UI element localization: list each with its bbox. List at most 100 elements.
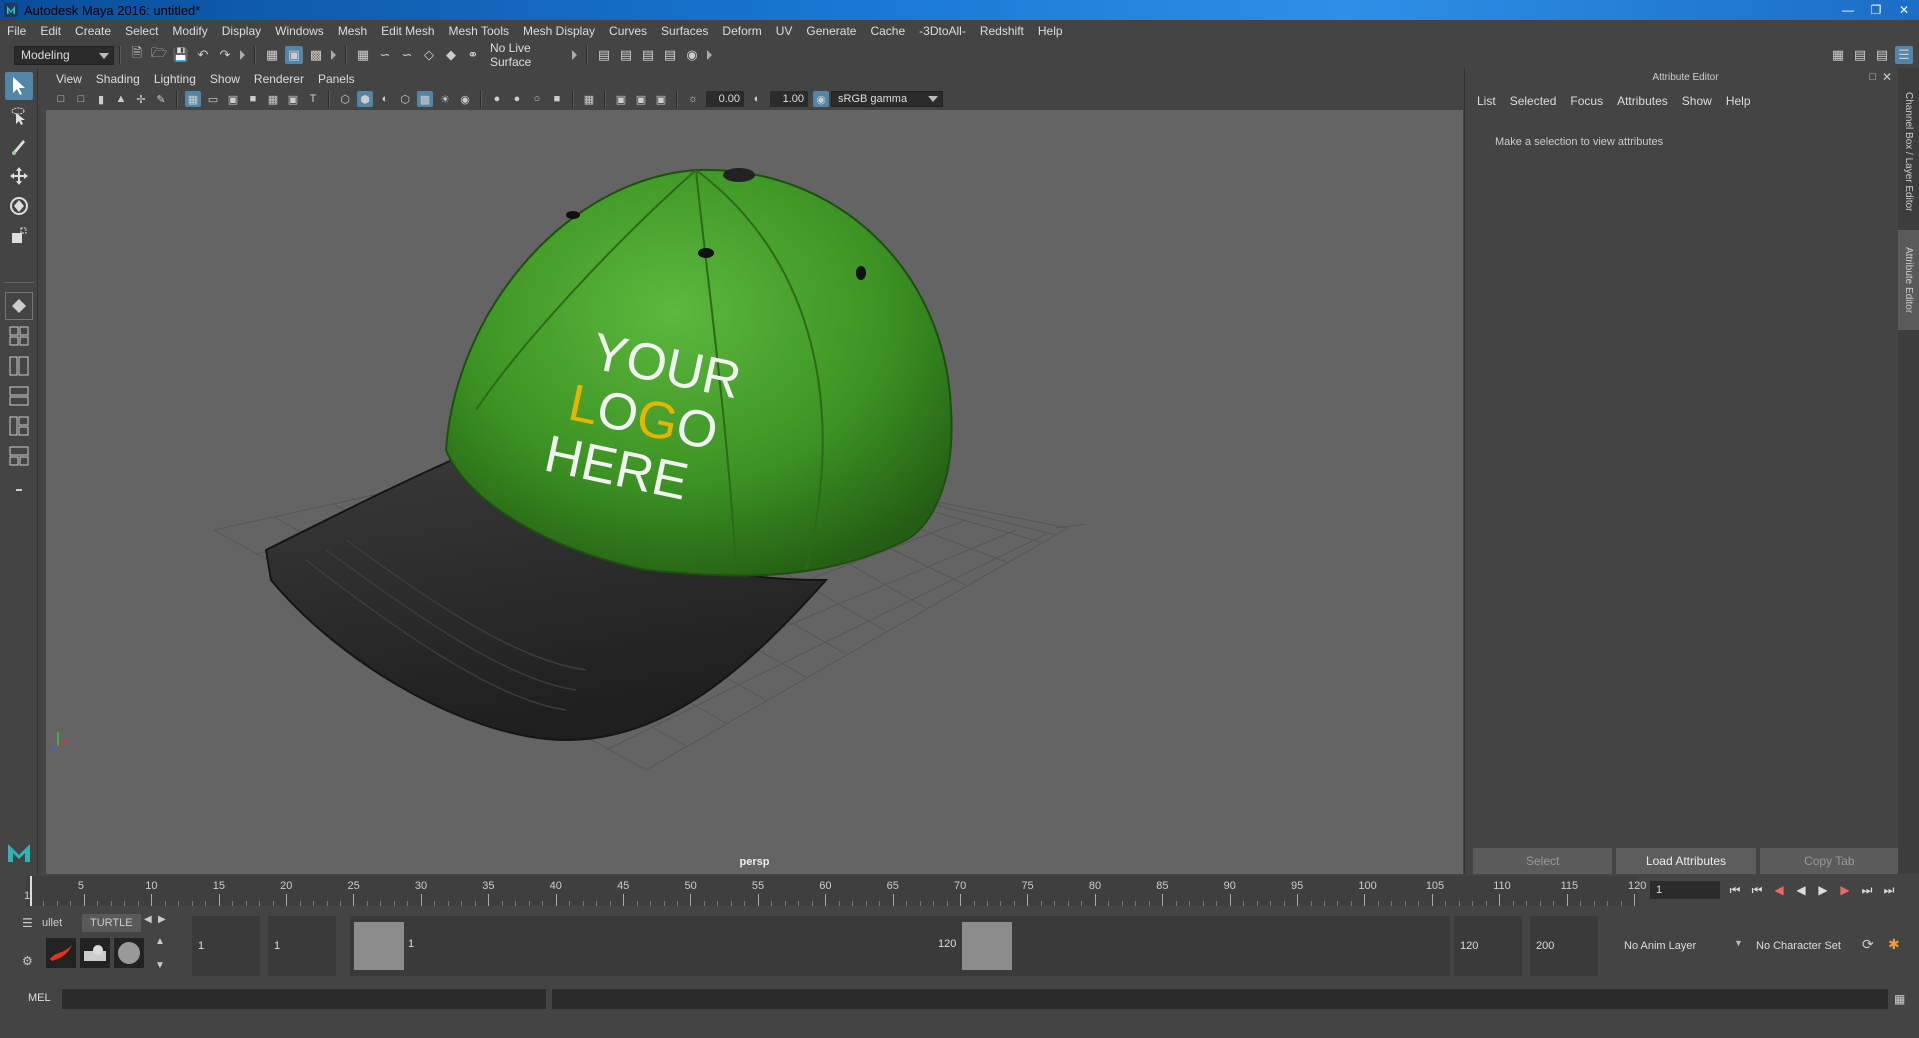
gamma-icon[interactable]: ◐ xyxy=(749,91,765,107)
snap-view-plane-icon[interactable]: ◇ xyxy=(420,46,438,64)
safe-title-icon[interactable]: T xyxy=(305,91,321,107)
open-scene-icon[interactable]: 🗁 xyxy=(150,45,168,64)
render-frame-icon[interactable]: ▤ xyxy=(617,46,635,64)
step-back-key-icon[interactable]: ⏮ xyxy=(1750,882,1764,898)
shelf-menu-icon[interactable]: ☰ xyxy=(22,916,33,930)
screen-space-ao-icon[interactable]: ● xyxy=(489,91,505,107)
isolate-select-icon[interactable]: ▦ xyxy=(581,91,597,107)
shelf-settings-icon[interactable]: ⚙ xyxy=(22,954,33,968)
float-panel-icon[interactable]: □ xyxy=(1869,71,1876,83)
sphere-shelf-icon[interactable] xyxy=(114,938,144,968)
menu-edit[interactable]: Edit xyxy=(33,24,68,38)
collapse-arrow-icon[interactable] xyxy=(331,50,336,60)
ae-menu-attributes[interactable]: Attributes xyxy=(1613,94,1678,108)
more-layouts-icon[interactable] xyxy=(5,476,33,504)
current-frame-field[interactable]: 1 xyxy=(1650,881,1720,899)
collapse-arrow-icon[interactable] xyxy=(572,50,577,60)
auto-key-icon[interactable]: ⟳ xyxy=(1862,936,1874,953)
wireframe-icon[interactable]: ⬡ xyxy=(337,91,353,107)
render-view-icon[interactable]: ▤ xyxy=(661,46,679,64)
menu-edit-mesh[interactable]: Edit Mesh xyxy=(374,24,441,38)
rotate-tool-icon[interactable] xyxy=(5,192,33,220)
select-by-object-icon[interactable]: ▣ xyxy=(285,46,303,64)
tool-settings-icon[interactable]: ▤ xyxy=(1873,46,1891,64)
exposure-icon[interactable]: ☼ xyxy=(685,91,701,107)
xray-icon[interactable]: ▣ xyxy=(613,91,629,107)
ae-menu-help[interactable]: Help xyxy=(1722,94,1761,108)
range-start-handle[interactable] xyxy=(354,922,404,970)
end-time-field[interactable]: 200 xyxy=(1530,916,1598,976)
paint-select-tool-icon[interactable] xyxy=(5,132,33,160)
smooth-shade-icon[interactable]: ⬢ xyxy=(357,91,373,107)
panel-menu-shading[interactable]: Shading xyxy=(91,72,149,86)
panel-menu-renderer[interactable]: Renderer xyxy=(249,72,313,86)
grease-pencil-icon[interactable]: ✎ xyxy=(153,91,169,107)
snap-point-icon[interactable]: ∽ xyxy=(398,46,416,64)
go-to-end-icon[interactable]: ⏭ xyxy=(1882,882,1896,898)
persp-outliner-graph-layout-icon[interactable] xyxy=(5,412,33,440)
menu-mesh-tools[interactable]: Mesh Tools xyxy=(442,24,516,38)
make-live-icon[interactable]: ⚭ xyxy=(464,46,482,64)
wireframe-on-shaded-icon[interactable]: ⬡ xyxy=(397,91,413,107)
ae-menu-focus[interactable]: Focus xyxy=(1566,94,1613,108)
redo-icon[interactable]: ↷ xyxy=(216,46,234,64)
menu-cache[interactable]: Cache xyxy=(863,24,912,38)
shelf-scroll-up-icon[interactable]: ▲ xyxy=(155,936,165,947)
use-default-material-icon[interactable]: ◐ xyxy=(377,91,393,107)
xray-joints-icon[interactable]: ▣ xyxy=(653,91,669,107)
depth-of-field-icon[interactable]: ■ xyxy=(549,91,565,107)
step-forward-key-icon[interactable]: ⏭ xyxy=(1860,882,1874,898)
snap-surface-icon[interactable]: ◆ xyxy=(442,46,460,64)
shelf-scroll-left-icon[interactable]: ◀ xyxy=(144,914,152,925)
menu-windows[interactable]: Windows xyxy=(268,24,331,38)
copy-tab-button[interactable]: Copy Tab xyxy=(1759,848,1899,874)
shelf-tab-bullet[interactable]: ullet xyxy=(34,914,70,932)
move-tool-icon[interactable] xyxy=(5,162,33,190)
render-settings-icon[interactable]: ▤ xyxy=(595,46,613,64)
xray-active-components-icon[interactable]: ▣ xyxy=(633,91,649,107)
menu-mesh-display[interactable]: Mesh Display xyxy=(516,24,602,38)
collapse-arrow-icon[interactable] xyxy=(240,50,245,60)
shelf-scroll-down-icon[interactable]: ▼ xyxy=(155,960,165,971)
step-back-frame-icon[interactable]: ◀ xyxy=(1772,882,1786,898)
menu-display[interactable]: Display xyxy=(215,24,268,38)
time-slider-track[interactable]: 1 5 10 15 20 25 30 35 40 45 50 55 60 65 70 75 80 85 90 95 10… xyxy=(24,876,1646,906)
close-icon[interactable]: ✕ xyxy=(1895,3,1913,17)
go-to-start-icon[interactable]: ⏮ xyxy=(1728,882,1742,898)
hypershade-icon[interactable]: ◉ xyxy=(683,46,701,64)
select-tool-icon[interactable] xyxy=(5,72,33,100)
menu-3dtoall[interactable]: -3DtoAll- xyxy=(912,24,973,38)
single-perspective-layout-icon[interactable] xyxy=(5,292,33,320)
fire-shelf-icon[interactable] xyxy=(46,938,76,968)
range-end-handle[interactable] xyxy=(962,922,1012,970)
close-panel-icon[interactable]: ✕ xyxy=(1882,70,1892,84)
shelf-scroll-right-icon[interactable]: ▶ xyxy=(158,914,166,925)
exposure-field[interactable] xyxy=(706,91,744,107)
step-forward-frame-icon[interactable]: ▶ xyxy=(1838,882,1852,898)
four-view-layout-icon[interactable] xyxy=(5,322,33,350)
command-input[interactable] xyxy=(62,989,546,1009)
tab-channel-box[interactable]: Channel Box / Layer Editor xyxy=(1898,82,1919,222)
motion-blur-icon[interactable]: ● xyxy=(509,91,525,107)
playback-end-field[interactable]: 120 xyxy=(1454,916,1522,976)
attribute-editor-toggle-icon[interactable]: ▤ xyxy=(1851,46,1869,64)
panel-menu-panels[interactable]: Panels xyxy=(313,72,364,86)
field-chart-icon[interactable]: ▦ xyxy=(265,91,281,107)
resolution-gate-icon[interactable]: ▣ xyxy=(225,91,241,107)
script-language-label[interactable]: MEL xyxy=(28,992,51,1004)
anim-layer-dropdown[interactable]: No Anim Layer xyxy=(1618,916,1722,976)
play-backward-icon[interactable]: ◀ xyxy=(1794,882,1808,898)
3d-scene[interactable]: YOUR LOGO HERE persp xyxy=(46,110,1463,874)
menu-modify[interactable]: Modify xyxy=(165,24,214,38)
menu-uv[interactable]: UV xyxy=(769,24,800,38)
panel-menu-show[interactable]: Show xyxy=(205,72,249,86)
ae-menu-list[interactable]: List xyxy=(1473,94,1506,108)
current-time-indicator[interactable] xyxy=(30,876,32,906)
persp-outliner-layout-icon[interactable] xyxy=(5,352,33,380)
ipr-render-icon[interactable]: ▤ xyxy=(639,46,657,64)
panel-menu-lighting[interactable]: Lighting xyxy=(149,72,205,86)
snap-grid-icon[interactable]: ▦ xyxy=(354,46,372,64)
textured-icon[interactable]: ▩ xyxy=(417,91,433,107)
baking-shelf-icon[interactable] xyxy=(80,938,110,968)
save-scene-icon[interactable]: 💾 xyxy=(172,46,190,64)
